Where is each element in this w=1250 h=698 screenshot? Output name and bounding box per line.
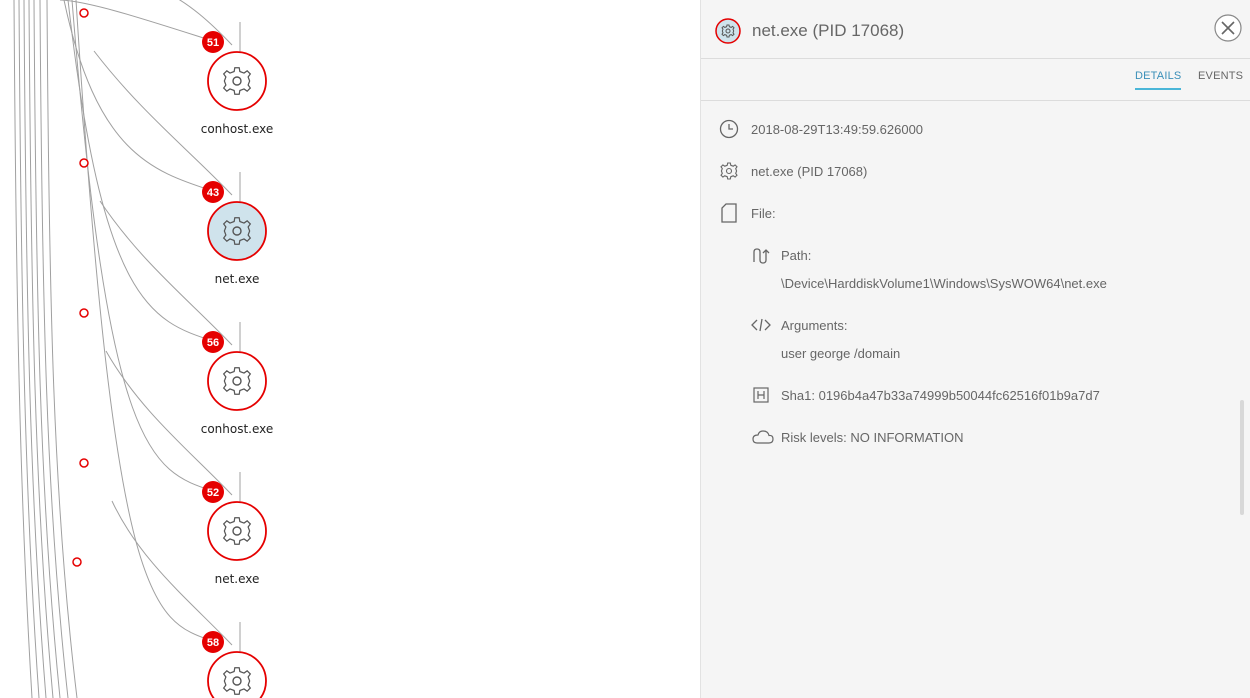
node-label: net.exe [214,572,260,586]
node-badge-number: 52 [207,487,219,499]
clock-icon [719,119,739,139]
graph-edge [67,0,214,342]
process-node[interactable] [207,201,267,261]
path-label: Path: [781,248,812,263]
close-icon[interactable] [1214,14,1242,42]
process-gear-icon [715,18,741,44]
graph-edge [59,0,214,42]
node-badge-number: 58 [207,637,219,649]
graph-edge [13,0,33,698]
process-value: net.exe (PID 17068) [751,164,868,179]
edge-marker [79,308,89,318]
process-node[interactable] [207,651,267,698]
file-icon [721,203,737,223]
graph-edge [39,0,69,698]
arguments-label: Arguments: [781,318,848,333]
edge-marker [79,158,89,168]
risk-value: Risk levels: NO INFORMATION [781,430,964,445]
hash-icon [753,387,769,403]
sha1-value: Sha1: 0196b4a47b33a74999b50044fc62516f01… [781,388,1100,403]
process-node[interactable] [207,351,267,411]
cloud-icon [752,430,774,444]
path-icon [753,248,770,264]
edge-marker [79,458,89,468]
gear-icon [720,162,738,180]
graph-edge [75,0,214,642]
details-panel: net.exe (PID 17068) DETAILS EVENTS 2018-… [700,0,1250,698]
file-label: File: [751,206,776,221]
node-label: conhost.exe [200,422,274,436]
node-label: conhost.exe [200,122,274,136]
node-badge-number: 51 [207,37,219,49]
panel-title: net.exe (PID 17068) [752,21,905,40]
edge-marker [79,8,89,18]
process-graph[interactable]: 51 43 56 52 58 conhost.exe net.exe conhost.exe… [0,0,700,698]
code-icon [751,318,771,332]
process-node[interactable] [207,501,267,561]
process-node[interactable] [207,51,267,111]
node-label: net.exe [214,272,260,286]
tab-events[interactable]: EVENTS [1198,70,1243,82]
arguments-value: user george /domain [781,346,901,361]
panel-scrollbar[interactable] [1240,400,1244,515]
tab-details[interactable]: DETAILS [1135,70,1182,90]
panel-tabs: DETAILS EVENTS [701,58,1250,101]
graph-canvas[interactable]: 51 43 56 52 58 [0,0,700,698]
path-value: \Device\HarddiskVolume1\Windows\SysWOW64… [781,276,1107,291]
edge-marker [72,557,82,567]
panel-header: net.exe (PID 17068) [701,0,1250,59]
timestamp-value: 2018-08-29T13:49:59.626000 [751,122,924,137]
graph-edge [33,0,61,698]
node-badge-number: 43 [207,187,219,199]
node-badge-number: 56 [207,337,219,349]
graph-edge [46,0,78,698]
graph-edge [71,0,214,492]
